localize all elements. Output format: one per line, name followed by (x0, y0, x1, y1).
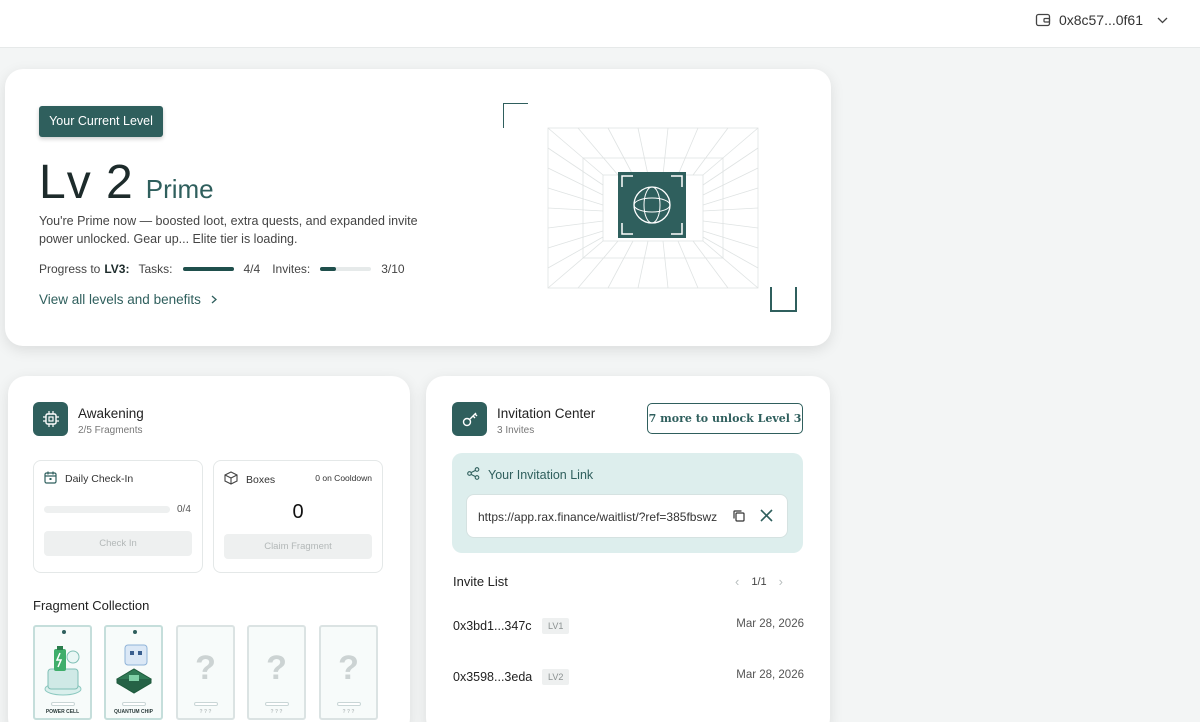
check-in-button[interactable]: Check In (44, 531, 192, 556)
invitation-link-heading: Your Invitation Link (467, 467, 593, 483)
view-levels-link[interactable]: View all levels and benefits (39, 292, 217, 307)
progress-target: LV3: (104, 262, 130, 276)
next-page-icon[interactable]: › (779, 574, 783, 589)
boxes-title: Boxes (246, 473, 276, 486)
fragment-pill (194, 702, 218, 706)
boxes-heading: Boxes (224, 471, 275, 488)
daily-checkin-panel: Daily Check-In 0/4 Check In (33, 460, 203, 573)
fragment-name: ? ? ? (199, 709, 212, 715)
boxes-count: 0 (292, 501, 304, 523)
invite-level-badge: LV1 (542, 618, 570, 634)
fragment-card-locked[interactable]: ? ? ? ? (319, 625, 378, 720)
key-icon (452, 402, 487, 436)
share-icon (467, 467, 480, 483)
quantum-chip-illustration (116, 644, 152, 694)
wallet-address: 0x8c57...0f61 (1058, 12, 1143, 28)
fragment-card-power-cell[interactable]: POWER CELL (33, 625, 92, 720)
fragment-collection-title: Fragment Collection (33, 598, 150, 613)
fragment-name: POWER CELL (45, 709, 80, 715)
awakening-card: Awakening 2/5 Fragments Daily Check-In 0… (8, 376, 410, 722)
claim-fragment-button[interactable]: Claim Fragment (224, 534, 372, 559)
daily-checkin-title: Daily Check-In (65, 473, 134, 485)
progress-label: Progress to (39, 262, 101, 276)
fragment-pill (51, 702, 75, 706)
fragment-pill (265, 702, 289, 706)
fragment-pill (122, 702, 146, 706)
invite-address: 0x3bd1...347c (453, 619, 532, 633)
fragment-pill (337, 702, 361, 706)
tasks-label: Tasks: (138, 262, 173, 276)
box-icon (224, 471, 238, 488)
awakening-title: Awakening (78, 406, 144, 421)
checkin-progress-bar (44, 506, 170, 513)
invitation-link-field[interactable]: https://app.rax.finance/waitlist/?ref=38… (466, 494, 788, 538)
question-mark-icon: ? (195, 649, 216, 687)
boxes-cooldown: 0 on Cooldown (315, 473, 372, 483)
level-number: Lv 2 (39, 156, 134, 209)
tasks-progress-bar (182, 267, 234, 271)
invite-address: 0x3598...3eda (453, 670, 533, 684)
invite-date: Mar 28, 2026 (736, 669, 804, 681)
invitation-link-panel: Your Invitation Link https://app.rax.fin… (452, 453, 803, 553)
invitation-link-url: https://app.rax.finance/waitlist/?ref=38… (478, 510, 718, 524)
boxes-panel: Boxes 0 on Cooldown 0 Claim Fragment (213, 460, 383, 573)
invites-progress-fill (320, 267, 336, 271)
page-indicator: 1/1 (751, 575, 767, 588)
calendar-icon (44, 471, 57, 487)
unlock-level-button[interactable]: 7 more to unlock Level 3 (647, 403, 803, 434)
invite-list-title: Invite List (453, 574, 508, 589)
fragment-card-quantum-chip[interactable]: QUANTUM CHIP (104, 625, 163, 720)
chevron-right-icon (211, 292, 217, 307)
wallet-button[interactable]: 0x8c57...0f61 (1035, 12, 1168, 28)
level-progress: Progress to LV3: Tasks: 4/4 Invites: 3/1… (39, 262, 405, 276)
invite-date: Mar 28, 2026 (736, 618, 804, 630)
invite-row: 0x3bd1...347c LV1 Mar 28, 2026 (453, 618, 804, 639)
invites-progress-bar (320, 267, 372, 271)
fragment-card-locked[interactable]: ? ? ? ? (176, 625, 235, 720)
x-share-icon[interactable] (760, 509, 773, 527)
fragment-dot (62, 630, 66, 634)
invites-label: Invites: (272, 262, 311, 276)
level-card: Your Current Level Lv 2 Prime You're Pri… (5, 69, 831, 346)
top-bar: 0x8c57...0f61 (0, 0, 1200, 48)
fragment-name: ? ? ? (342, 709, 355, 715)
level-artwork (502, 102, 798, 313)
daily-checkin-heading: Daily Check-In (44, 471, 133, 487)
view-levels-label: View all levels and benefits (39, 292, 201, 307)
tasks-progress-fill (182, 267, 234, 271)
power-cell-illustration (44, 646, 82, 696)
invitation-subtitle: 3 Invites (497, 425, 535, 436)
current-level-badge: Your Current Level (39, 106, 163, 137)
level-heading: Lv 2 Prime (39, 155, 214, 210)
fragment-dot (133, 630, 137, 634)
invitation-link-title: Your Invitation Link (488, 468, 594, 482)
question-mark-icon: ? (338, 649, 359, 687)
chevron-down-icon (1157, 17, 1168, 24)
level-tier: Prime (145, 174, 214, 204)
fragment-name: ? ? ? (270, 709, 283, 715)
copy-icon[interactable] (732, 509, 746, 528)
question-mark-icon: ? (266, 649, 287, 687)
awakening-subtitle: 2/5 Fragments (78, 425, 143, 436)
invite-row: 0x3598...3eda LV2 Mar 28, 2026 (453, 669, 804, 690)
chip-icon (33, 402, 68, 436)
invites-value: 3/10 (381, 262, 405, 276)
tasks-value: 4/4 (243, 262, 261, 276)
invitation-title: Invitation Center (497, 406, 596, 421)
fragment-name: QUANTUM CHIP (114, 709, 153, 715)
prev-page-icon[interactable]: ‹ (735, 574, 739, 589)
level-description: You're Prime now — boosted loot, extra q… (39, 214, 418, 246)
invite-list-pager: ‹ 1/1 › (735, 574, 783, 589)
wallet-icon (1035, 12, 1051, 28)
invitation-card: Invitation Center 3 Invites 7 more to un… (426, 376, 830, 722)
fragment-card-locked[interactable]: ? ? ? ? (247, 625, 306, 720)
checkin-progress-text: 0/4 (177, 504, 191, 515)
invite-level-badge: LV2 (542, 669, 570, 685)
